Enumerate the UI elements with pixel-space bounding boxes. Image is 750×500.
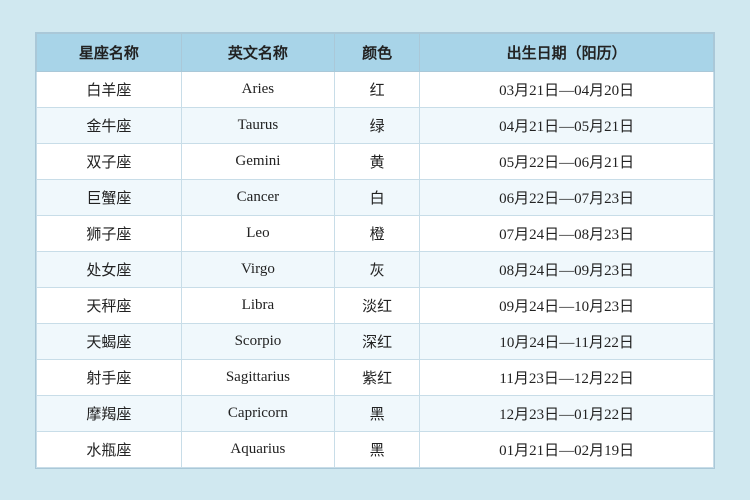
cell-chinese-name: 天秤座 [37, 287, 182, 323]
table-row: 天蝎座Scorpio深红10月24日—11月22日 [37, 323, 714, 359]
cell-chinese-name: 双子座 [37, 143, 182, 179]
cell-english-name: Gemini [181, 143, 334, 179]
table-row: 水瓶座Aquarius黑01月21日—02月19日 [37, 431, 714, 467]
cell-chinese-name: 摩羯座 [37, 395, 182, 431]
zodiac-table-container: 星座名称 英文名称 颜色 出生日期（阳历） 白羊座Aries红03月21日—04… [35, 32, 715, 469]
header-chinese-name: 星座名称 [37, 33, 182, 71]
cell-chinese-name: 金牛座 [37, 107, 182, 143]
cell-dates: 06月22日—07月23日 [420, 179, 714, 215]
table-row: 摩羯座Capricorn黑12月23日—01月22日 [37, 395, 714, 431]
cell-color: 橙 [334, 215, 419, 251]
table-row: 巨蟹座Cancer白06月22日—07月23日 [37, 179, 714, 215]
cell-dates: 12月23日—01月22日 [420, 395, 714, 431]
cell-english-name: Capricorn [181, 395, 334, 431]
table-row: 处女座Virgo灰08月24日—09月23日 [37, 251, 714, 287]
cell-dates: 09月24日—10月23日 [420, 287, 714, 323]
cell-english-name: Leo [181, 215, 334, 251]
cell-dates: 05月22日—06月21日 [420, 143, 714, 179]
table-body: 白羊座Aries红03月21日—04月20日金牛座Taurus绿04月21日—0… [37, 71, 714, 467]
table-header-row: 星座名称 英文名称 颜色 出生日期（阳历） [37, 33, 714, 71]
cell-color: 黄 [334, 143, 419, 179]
cell-dates: 01月21日—02月19日 [420, 431, 714, 467]
cell-color: 淡红 [334, 287, 419, 323]
cell-chinese-name: 巨蟹座 [37, 179, 182, 215]
cell-color: 黑 [334, 395, 419, 431]
cell-chinese-name: 水瓶座 [37, 431, 182, 467]
table-row: 天秤座Libra淡红09月24日—10月23日 [37, 287, 714, 323]
cell-color: 黑 [334, 431, 419, 467]
cell-color: 绿 [334, 107, 419, 143]
cell-color: 灰 [334, 251, 419, 287]
cell-color: 深红 [334, 323, 419, 359]
cell-english-name: Taurus [181, 107, 334, 143]
cell-color: 红 [334, 71, 419, 107]
cell-dates: 04月21日—05月21日 [420, 107, 714, 143]
cell-english-name: Sagittarius [181, 359, 334, 395]
cell-english-name: Aries [181, 71, 334, 107]
cell-english-name: Virgo [181, 251, 334, 287]
cell-english-name: Aquarius [181, 431, 334, 467]
cell-chinese-name: 白羊座 [37, 71, 182, 107]
cell-dates: 10月24日—11月22日 [420, 323, 714, 359]
cell-english-name: Cancer [181, 179, 334, 215]
cell-chinese-name: 处女座 [37, 251, 182, 287]
cell-dates: 07月24日—08月23日 [420, 215, 714, 251]
cell-color: 白 [334, 179, 419, 215]
cell-dates: 11月23日—12月22日 [420, 359, 714, 395]
cell-english-name: Libra [181, 287, 334, 323]
table-row: 金牛座Taurus绿04月21日—05月21日 [37, 107, 714, 143]
zodiac-table: 星座名称 英文名称 颜色 出生日期（阳历） 白羊座Aries红03月21日—04… [36, 33, 714, 468]
cell-chinese-name: 射手座 [37, 359, 182, 395]
table-row: 射手座Sagittarius紫红11月23日—12月22日 [37, 359, 714, 395]
cell-english-name: Scorpio [181, 323, 334, 359]
header-dates: 出生日期（阳历） [420, 33, 714, 71]
cell-chinese-name: 狮子座 [37, 215, 182, 251]
table-row: 双子座Gemini黄05月22日—06月21日 [37, 143, 714, 179]
cell-dates: 08月24日—09月23日 [420, 251, 714, 287]
cell-chinese-name: 天蝎座 [37, 323, 182, 359]
header-english-name: 英文名称 [181, 33, 334, 71]
cell-dates: 03月21日—04月20日 [420, 71, 714, 107]
header-color: 颜色 [334, 33, 419, 71]
table-row: 白羊座Aries红03月21日—04月20日 [37, 71, 714, 107]
table-row: 狮子座Leo橙07月24日—08月23日 [37, 215, 714, 251]
cell-color: 紫红 [334, 359, 419, 395]
